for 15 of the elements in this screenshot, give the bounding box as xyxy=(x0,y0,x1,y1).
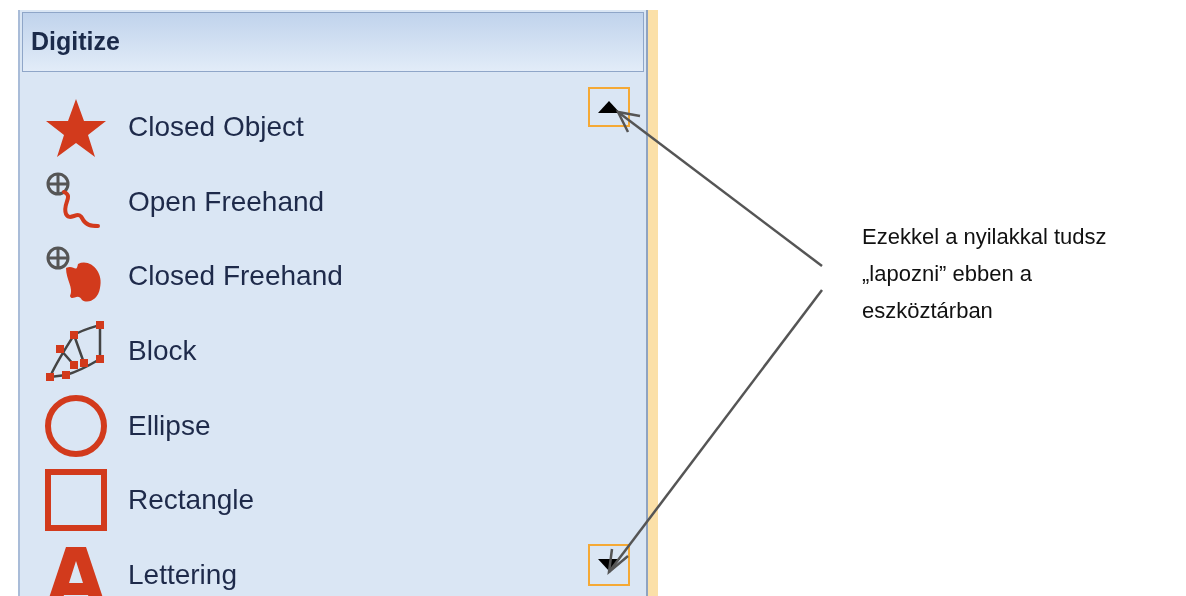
tool-item[interactable]: Block xyxy=(22,313,644,389)
panel-title: Digitize xyxy=(31,26,120,58)
up-triangle-icon xyxy=(598,101,620,113)
tool-item[interactable]: Closed Freehand xyxy=(22,239,644,314)
scroll-up-button[interactable] xyxy=(588,87,630,127)
square-icon xyxy=(44,468,108,533)
circle-icon xyxy=(44,393,108,458)
down-triangle-icon xyxy=(598,559,620,571)
tool-item[interactable]: Ellipse xyxy=(22,388,644,463)
tool-item[interactable]: Rectangle xyxy=(22,462,644,538)
tool-item[interactable]: Lettering xyxy=(22,537,644,596)
annotation-text: Ezekkel a nyilakkal tudsz „lapozni” ebben a eszköztárban xyxy=(862,223,1108,325)
tool-item[interactable]: Closed Object xyxy=(22,90,644,165)
scroll-down-button[interactable] xyxy=(588,544,630,586)
tool-item[interactable]: Open Freehand xyxy=(22,164,644,240)
